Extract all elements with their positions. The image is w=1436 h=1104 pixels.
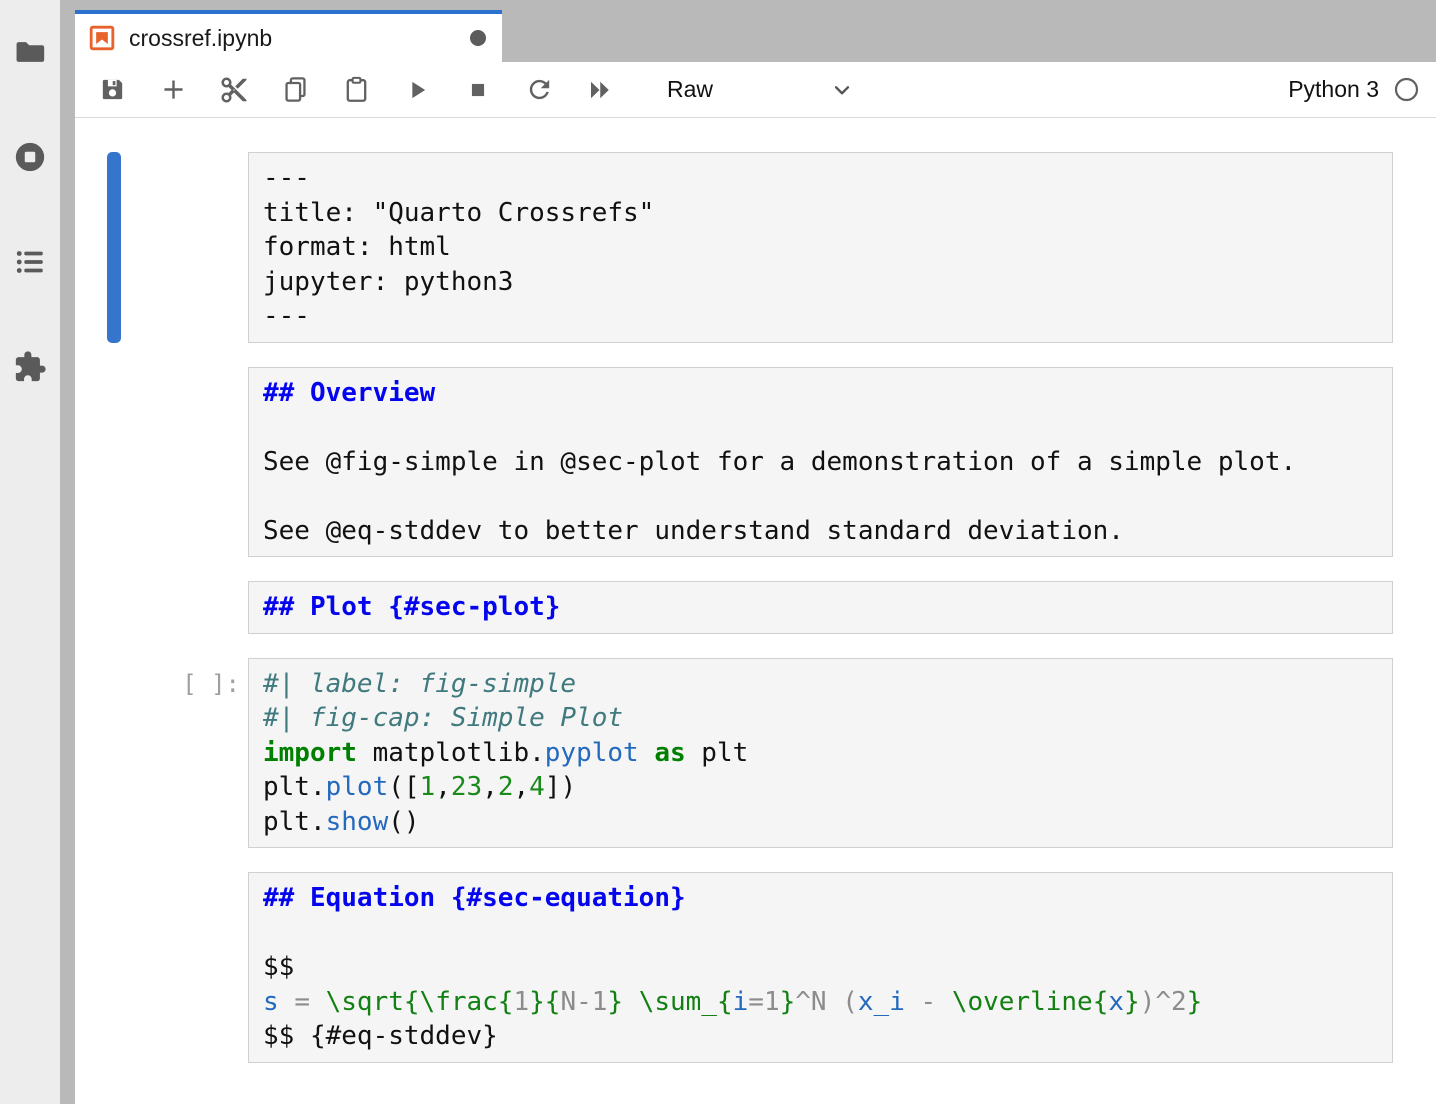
cell-editor[interactable]: ## Equation {#sec-equation}$$s = \sqrt{\… <box>248 872 1393 1063</box>
cut-cells-button[interactable] <box>219 75 249 105</box>
cell-editor[interactable]: ## Plot {#sec-plot} <box>248 581 1393 634</box>
kernel-status-icon[interactable] <box>1393 76 1420 103</box>
kernel-name[interactable]: Python 3 <box>1288 76 1379 103</box>
activity-bar <box>0 0 60 1104</box>
insert-cell-below-button[interactable] <box>158 75 188 105</box>
cells: ---title: "Quarto Crossrefs"format: html… <box>75 152 1436 1063</box>
cell-markdown: ## Equation {#sec-equation}$$s = \sqrt{\… <box>107 872 1393 1063</box>
execution-prompt <box>121 152 248 343</box>
cell-markdown: ## Plot {#sec-plot} <box>107 581 1393 634</box>
notebook-tab[interactable]: crossref.ipynb <box>75 10 502 62</box>
cell-editor[interactable]: ## OverviewSee @fig-simple in @sec-plot … <box>248 367 1393 558</box>
execution-prompt <box>121 367 248 558</box>
table-of-contents-icon[interactable] <box>13 245 47 279</box>
sidebar-divider <box>60 0 75 1104</box>
cell-collapser[interactable] <box>107 872 121 1063</box>
cell-collapser[interactable] <box>107 581 121 634</box>
unsaved-changes-indicator[interactable] <box>470 30 486 46</box>
cell-collapser[interactable] <box>107 658 121 849</box>
execution-prompt: [ ]: <box>121 658 248 849</box>
cell-collapser[interactable] <box>107 152 121 343</box>
file-browser-icon[interactable] <box>13 35 47 69</box>
run-cell-button[interactable] <box>402 75 432 105</box>
running-kernels-icon[interactable] <box>13 140 47 174</box>
cell-collapser[interactable] <box>107 367 121 558</box>
main-area: crossref.ipynb <box>75 0 1436 1104</box>
interrupt-kernel-button[interactable] <box>463 75 493 105</box>
restart-kernel-button[interactable] <box>524 75 554 105</box>
tab-bar: crossref.ipynb <box>75 0 1436 62</box>
copy-cells-button[interactable] <box>280 75 310 105</box>
chevron-down-icon[interactable] <box>829 77 855 103</box>
cell-type-dropdown[interactable]: Raw <box>667 76 713 103</box>
cell-code: [ ]:#| label: fig-simple#| fig-cap: Simp… <box>107 658 1393 849</box>
cell-editor[interactable]: ---title: "Quarto Crossrefs"format: html… <box>248 152 1393 343</box>
save-button[interactable] <box>97 75 127 105</box>
restart-and-run-all-button[interactable] <box>585 75 615 105</box>
tab-title: crossref.ipynb <box>129 25 272 52</box>
paste-cells-button[interactable] <box>341 75 371 105</box>
notebook-panel: ---title: "Quarto Crossrefs"format: html… <box>75 118 1436 1104</box>
execution-prompt <box>121 581 248 634</box>
cell-markdown: ## OverviewSee @fig-simple in @sec-plot … <box>107 367 1393 558</box>
cell-editor[interactable]: #| label: fig-simple#| fig-cap: Simple P… <box>248 658 1393 849</box>
notebook-toolbar: Raw Python 3 <box>75 62 1436 118</box>
cell-raw: ---title: "Quarto Crossrefs"format: html… <box>107 152 1393 343</box>
jupyterlab-window: crossref.ipynb <box>0 0 1436 1104</box>
execution-prompt <box>121 872 248 1063</box>
extension-manager-icon[interactable] <box>13 350 47 384</box>
notebook-file-icon <box>89 25 115 51</box>
